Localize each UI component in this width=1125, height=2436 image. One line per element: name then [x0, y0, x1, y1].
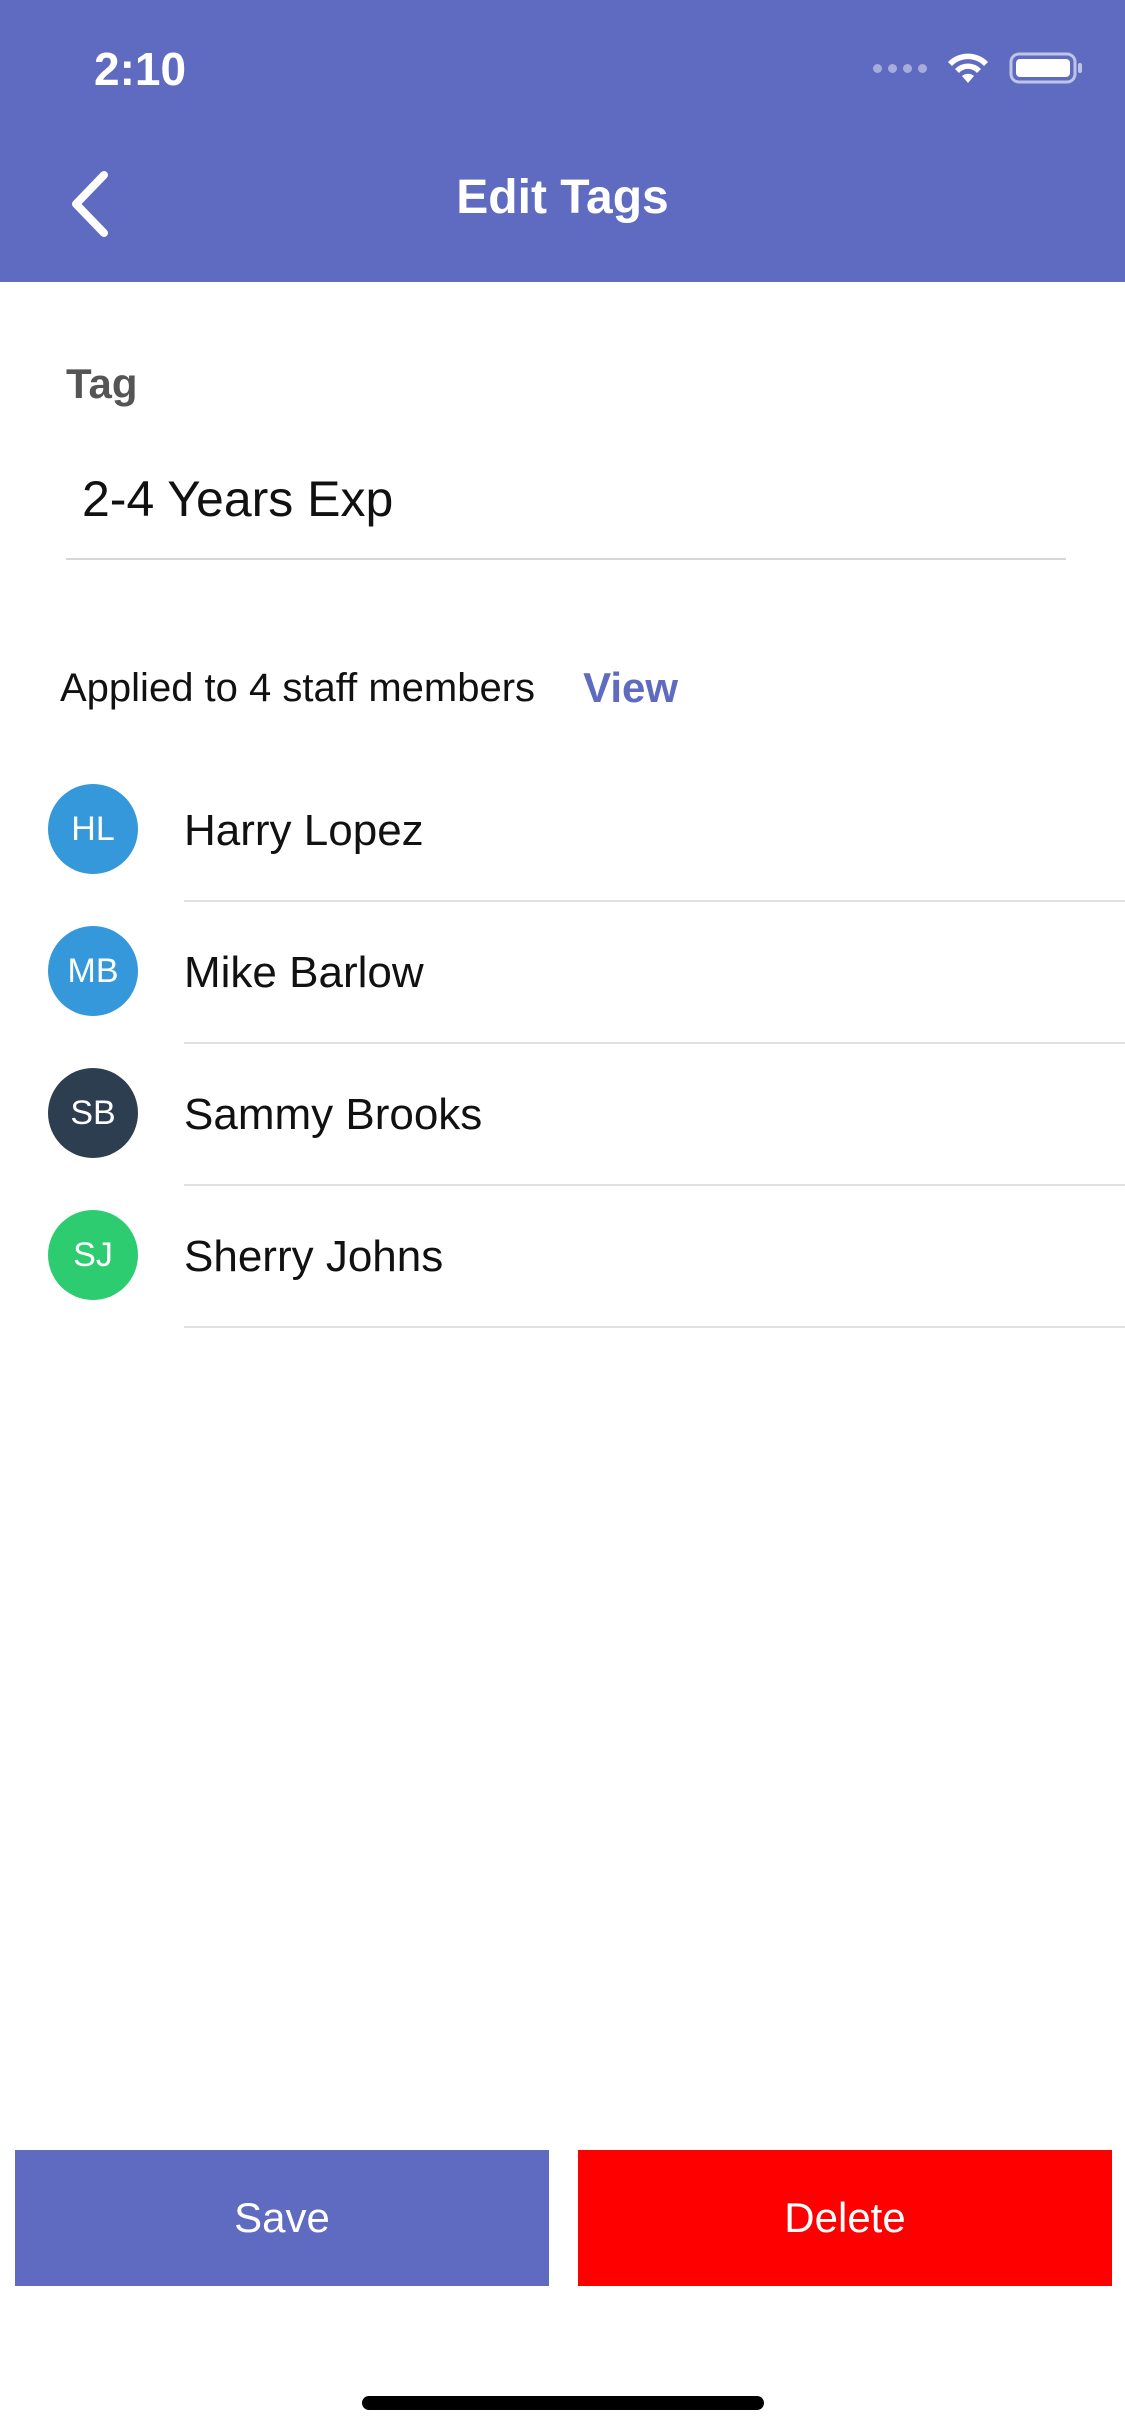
page-title: Edit Tags [456, 171, 669, 224]
save-button[interactable]: Save [15, 2150, 549, 2286]
wifi-icon [948, 53, 988, 83]
applied-text: Applied to 4 staff members [60, 665, 536, 710]
battery-icon [1009, 52, 1082, 84]
row-divider [184, 1326, 1125, 1328]
delete-button[interactable]: Delete [578, 2150, 1112, 2286]
staff-name: Mike Barlow [184, 948, 424, 997]
staff-row[interactable]: SB Sammy Brooks [0, 1044, 1125, 1186]
staff-name: Sammy Brooks [184, 1090, 483, 1139]
tag-label: Tag [66, 360, 138, 407]
status-icons [873, 48, 1083, 88]
view-link[interactable]: View [583, 664, 678, 712]
home-indicator [362, 2396, 764, 2410]
applied-summary: Applied to 4 staff members View [60, 664, 678, 712]
avatar: SJ [48, 1210, 138, 1300]
staff-name: Harry Lopez [184, 806, 424, 855]
edit-tags-screen: 2:10 Edit Tags Tag Applied to [0, 0, 1125, 2436]
staff-row[interactable]: HL Harry Lopez [0, 760, 1125, 902]
staff-name: Sherry Johns [184, 1232, 444, 1281]
staff-row[interactable]: MB Mike Barlow [0, 902, 1125, 1044]
avatar: HL [48, 784, 138, 874]
staff-list: HL Harry Lopez MB Mike Barlow SB Sammy B… [0, 760, 1125, 1328]
status-time: 2:10 [94, 43, 187, 95]
header-bar: 2:10 Edit Tags [0, 0, 1125, 282]
staff-row[interactable]: SJ Sherry Johns [0, 1186, 1125, 1328]
avatar: SB [48, 1068, 138, 1158]
tag-input[interactable] [66, 440, 1066, 560]
signal-icon [873, 63, 927, 73]
avatar: MB [48, 926, 138, 1016]
